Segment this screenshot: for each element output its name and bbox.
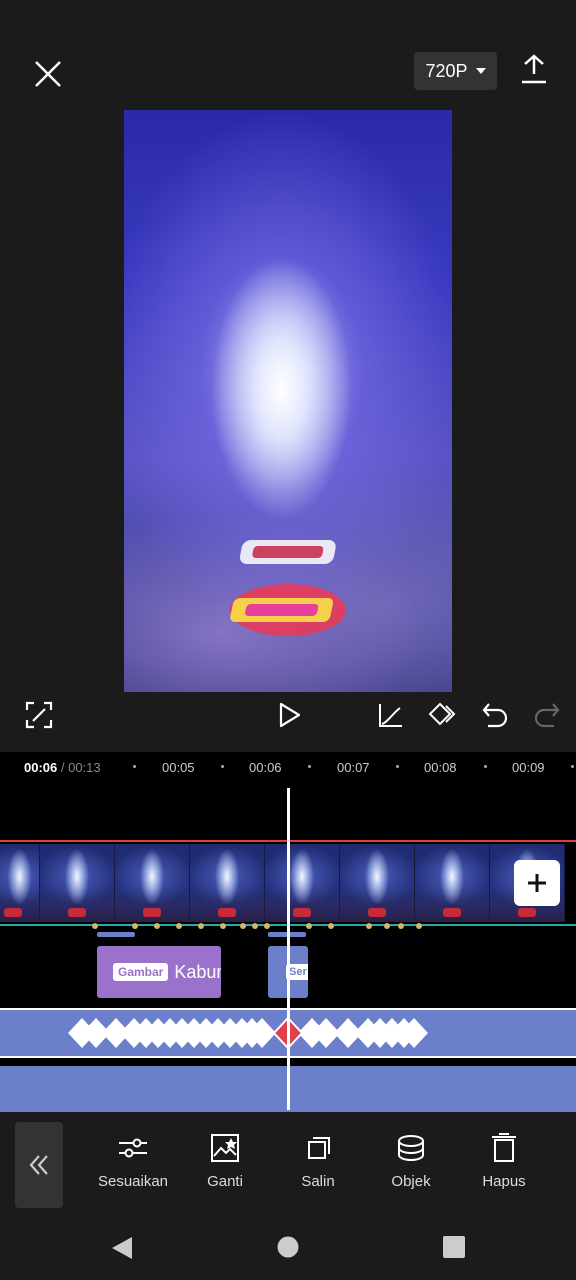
ruler-dot bbox=[571, 765, 574, 768]
undo-icon[interactable] bbox=[480, 700, 510, 730]
timeline[interactable]: 00:06 / 00:13 00:05 00:06 00:07 00:08 00… bbox=[0, 752, 576, 1112]
timecode: 00:06 / 00:13 bbox=[24, 760, 101, 775]
tool-objek[interactable]: Objek bbox=[366, 1132, 456, 1198]
total-time: 00:13 bbox=[68, 760, 101, 775]
clip-frame bbox=[415, 844, 490, 922]
export-upload-icon[interactable] bbox=[518, 52, 550, 86]
time-separator: / bbox=[57, 760, 69, 775]
tool-ganti[interactable]: Ganti bbox=[180, 1132, 270, 1198]
ruler-dot bbox=[133, 765, 136, 768]
beat-dot bbox=[306, 923, 312, 929]
beat-dot bbox=[416, 923, 422, 929]
sticker-logo-large bbox=[230, 584, 346, 636]
beat-dot bbox=[328, 923, 334, 929]
tool-label: Sesuaikan bbox=[97, 1173, 169, 1190]
clip-frame bbox=[265, 844, 340, 922]
system-nav-bar bbox=[0, 1216, 576, 1280]
tool-sesuaikan[interactable]: Sesuaikan bbox=[88, 1132, 178, 1198]
clip-frame bbox=[115, 844, 190, 922]
ruler-dot bbox=[308, 765, 311, 768]
beat-dot bbox=[240, 923, 246, 929]
redo-icon[interactable] bbox=[532, 700, 562, 730]
close-icon[interactable] bbox=[30, 56, 66, 92]
keyframe-icon[interactable] bbox=[428, 700, 458, 730]
resolution-dropdown[interactable]: 720P bbox=[414, 52, 497, 90]
beat-dot bbox=[264, 923, 270, 929]
video-preview[interactable] bbox=[124, 110, 452, 692]
sliders-icon bbox=[119, 1138, 147, 1158]
beat-dot bbox=[366, 923, 372, 929]
tool-label: Hapus bbox=[482, 1173, 526, 1190]
sticker-clip[interactable]: Gambar Kabur bbox=[97, 946, 221, 998]
tool-label: Ganti bbox=[207, 1173, 243, 1190]
layers-icon bbox=[398, 1135, 424, 1161]
resolution-label: 720P bbox=[425, 60, 468, 81]
clip-type-tag: Gambar bbox=[113, 963, 169, 981]
caret-down-icon bbox=[475, 68, 486, 74]
trash-icon bbox=[492, 1133, 516, 1162]
beat-dot bbox=[198, 923, 204, 929]
sticker-marker bbox=[97, 932, 135, 937]
ruler-dot bbox=[484, 765, 487, 768]
playhead[interactable] bbox=[287, 788, 290, 1110]
tool-label: Objek bbox=[391, 1173, 431, 1190]
beat-dot bbox=[132, 923, 138, 929]
beat-dot bbox=[92, 923, 98, 929]
bottom-toolbar: Sesuaikan Ganti Salin Objek Hapus bbox=[0, 1112, 576, 1216]
ruler-mark: 00:08 bbox=[424, 760, 457, 775]
replace-image-icon bbox=[211, 1134, 239, 1162]
recents-nav-icon[interactable] bbox=[443, 1236, 465, 1258]
back-nav-icon[interactable] bbox=[110, 1236, 134, 1260]
clip-frame bbox=[40, 844, 115, 922]
ruler-mark: 00:09 bbox=[512, 760, 545, 775]
tool-salin[interactable]: Salin bbox=[273, 1132, 363, 1198]
clip-frame bbox=[190, 844, 265, 922]
tool-hapus[interactable]: Hapus bbox=[459, 1132, 549, 1198]
beat-dot bbox=[398, 923, 404, 929]
copy-icon bbox=[308, 1137, 330, 1159]
play-icon[interactable] bbox=[274, 700, 304, 730]
ruler-dot bbox=[396, 765, 399, 768]
time-ruler: 00:06 / 00:13 00:05 00:06 00:07 00:08 00… bbox=[0, 752, 576, 784]
ruler-dot bbox=[221, 765, 224, 768]
home-nav-icon[interactable] bbox=[277, 1236, 299, 1258]
double-chevron-left-icon bbox=[29, 1155, 48, 1175]
current-time: 00:06 bbox=[24, 760, 58, 775]
beat-dot bbox=[252, 923, 258, 929]
plus-icon bbox=[528, 874, 546, 892]
clip-frame bbox=[340, 844, 415, 922]
ruler-mark: 00:06 bbox=[249, 760, 282, 775]
tool-label: Salin bbox=[301, 1173, 335, 1190]
add-clip-button[interactable] bbox=[514, 860, 560, 906]
ruler-mark: 00:05 bbox=[162, 760, 195, 775]
clip-frame bbox=[0, 844, 40, 922]
clip-label: Kabur bbox=[174, 961, 221, 982]
fullscreen-icon[interactable] bbox=[24, 700, 54, 730]
beat-dot bbox=[220, 923, 226, 929]
beat-dot bbox=[384, 923, 390, 929]
sticker-logo-small bbox=[239, 540, 336, 564]
collapse-button[interactable] bbox=[15, 1122, 63, 1208]
beat-dot bbox=[176, 923, 182, 929]
beat-dot bbox=[154, 923, 160, 929]
curve-icon[interactable] bbox=[376, 700, 406, 730]
ruler-mark: 00:07 bbox=[337, 760, 370, 775]
